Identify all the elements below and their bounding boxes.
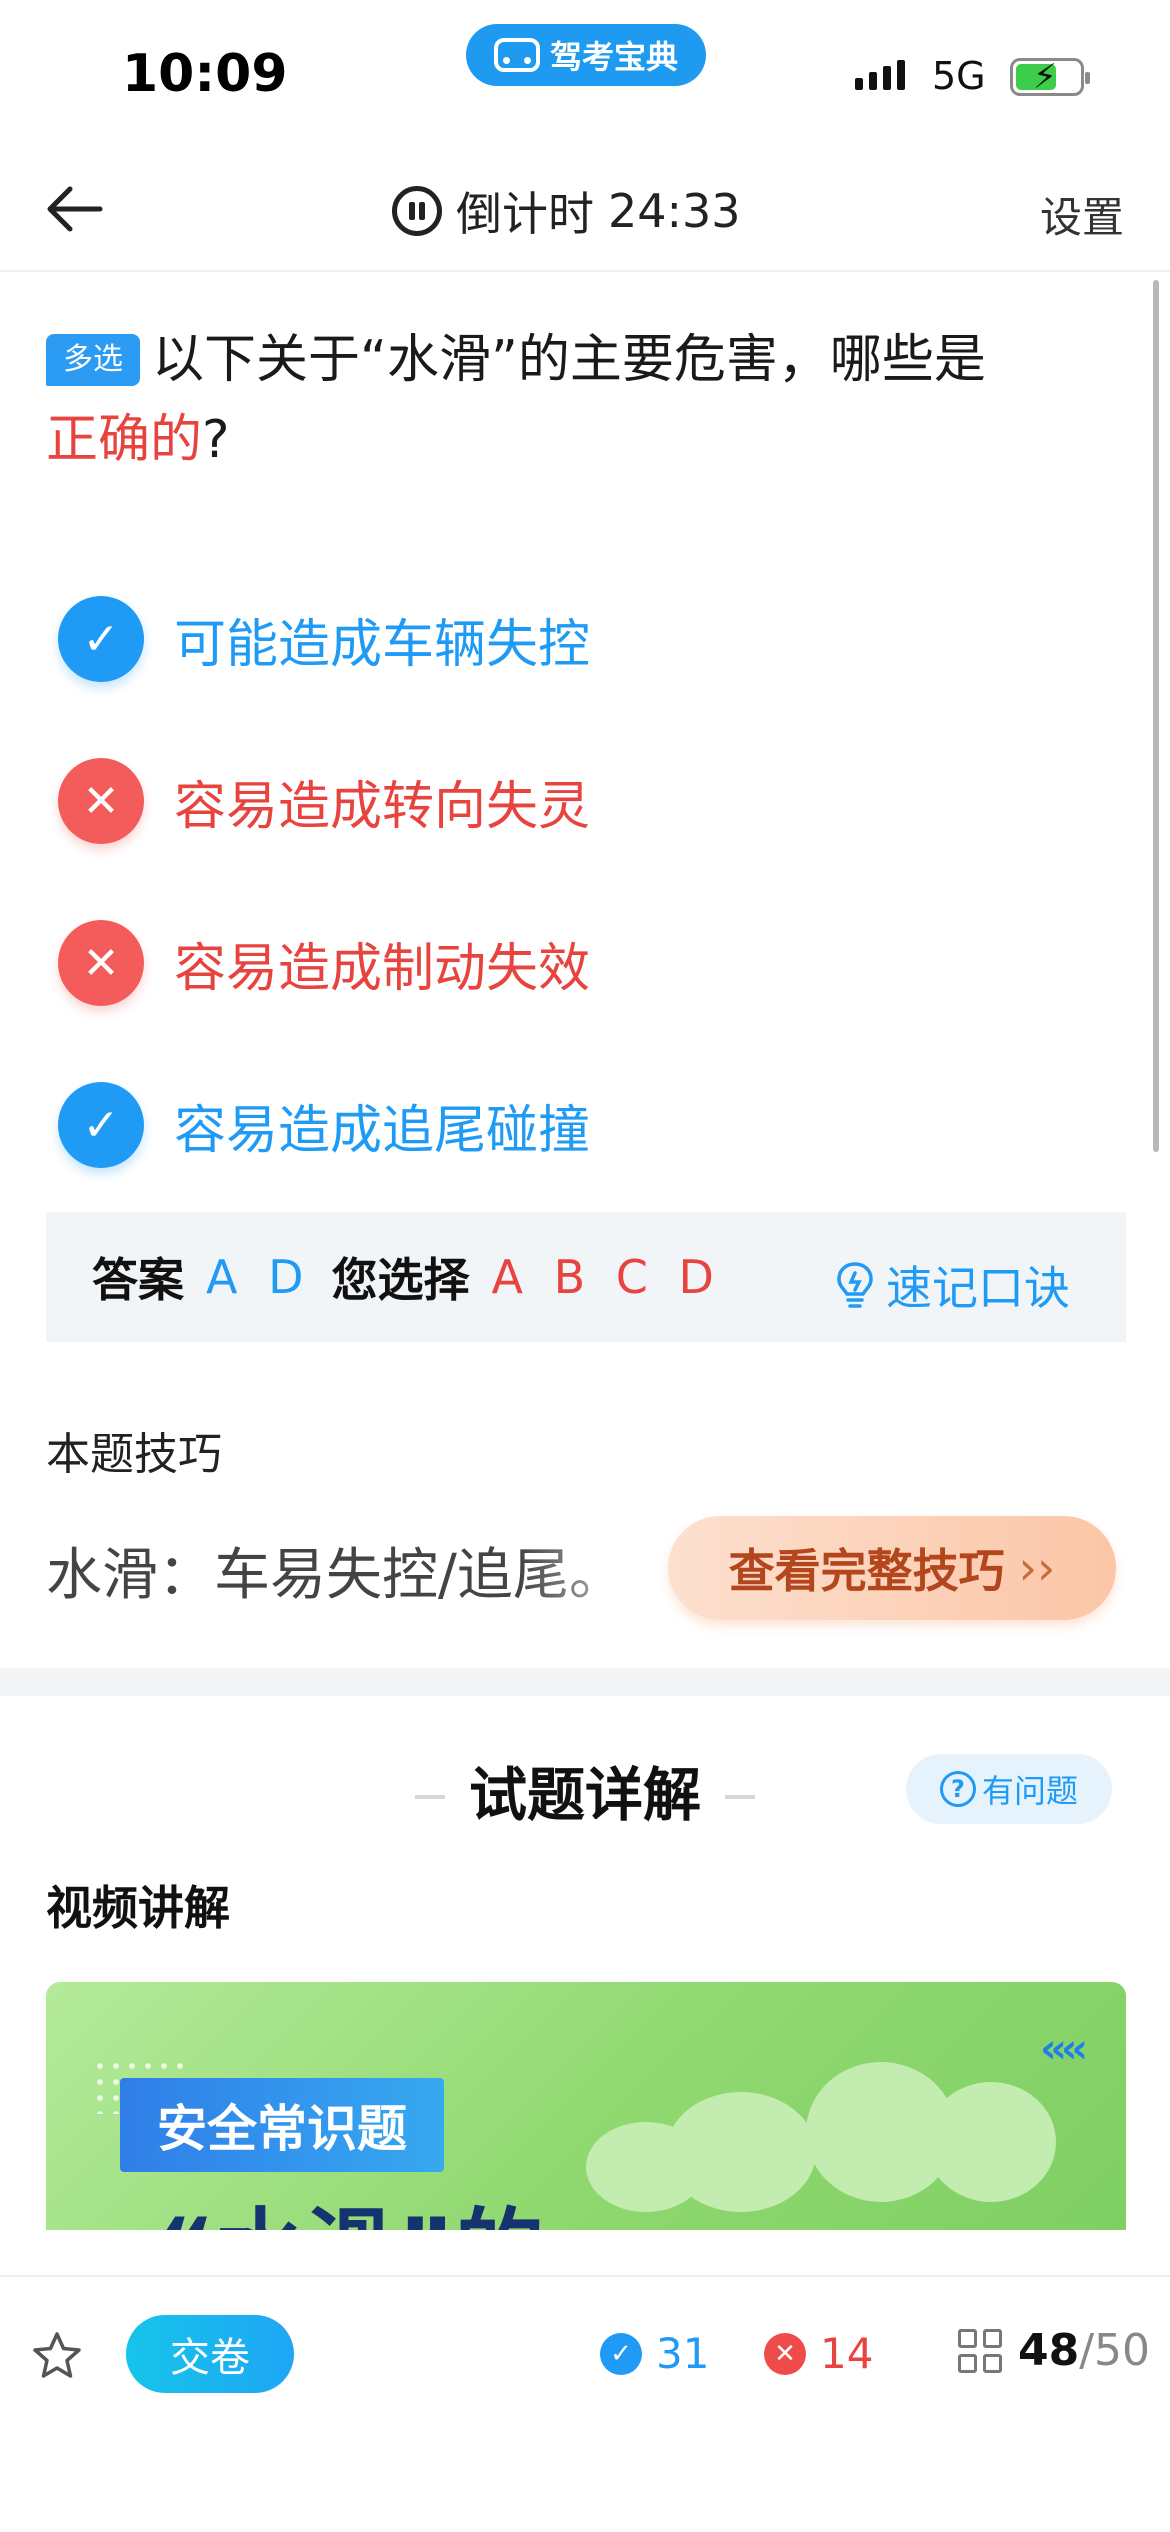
video-section-label: 视频讲解 [46,1881,230,1935]
car-icon [493,38,540,72]
nav-bar: 倒计时 24:33 设置 [0,140,1170,272]
scrollbar[interactable] [1153,280,1159,1152]
question-highlight: 正确的 [46,410,203,470]
option-text: 容易造成转向失灵 [174,776,591,837]
option-text: 容易造成制动失效 [174,938,591,999]
progress-current: 48 [1018,2325,1080,2376]
quick-memo-label: 速记口诀 [886,1261,1070,1315]
settings-button[interactable]: 设置 [1040,184,1124,245]
grid-icon [958,2328,1002,2373]
tips-title: 本题技巧 [46,1429,222,1480]
bottom-bar: 交卷 ✓ 31 ✕ 14 48/50 [0,2275,1170,2532]
question-circle-icon: ? [939,1771,976,1807]
selected-label: 您选择 [331,1253,470,1307]
option-d[interactable]: ✓ 容易造成追尾碰撞 [58,1044,1118,1206]
question-text: 多选 以下关于“水滑”的主要危害，哪些是正确的? [46,320,1126,480]
status-time: 10:09 [122,44,288,104]
check-icon: ✓ [58,1082,144,1168]
options-list: ✓ 可能造成车辆失控 ✕ 容易造成转向失灵 ✕ 容易造成制动失效 ✓ 容易造成追… [58,558,1118,1206]
video-category-badge: 安全常识题 [120,2078,444,2172]
quick-memo-button[interactable]: 速记口诀 [836,1252,1070,1318]
double-chevron-right-icon: ›› [1018,1541,1056,1595]
network-label: 5G [932,54,986,98]
correct-answer: A D [206,1250,312,1304]
check-icon: ✓ [600,2332,642,2375]
explanation-title-text: 试题详解 [468,1761,701,1829]
app-name-pill[interactable]: 驾考宝典 [466,24,706,86]
correct-count: ✓ 31 [600,2329,709,2378]
option-text: 可能造成车辆失控 [174,614,591,675]
cross-icon: ✕ [58,758,144,844]
selected-answer: A B C D [491,1250,722,1304]
option-c[interactable]: ✕ 容易造成制动失效 [58,882,1118,1044]
tips-fade [520,1510,680,1610]
submit-exam-button[interactable]: 交卷 [126,2315,294,2393]
countdown-timer[interactable]: 倒计时 24:33 [392,178,741,244]
question-end: ? [202,410,230,470]
app-name: 驾考宝典 [549,38,678,76]
video-headline: “水滑”的 [156,2178,544,2230]
battery-icon: ⚡ [1010,57,1090,97]
option-text: 容易造成追尾碰撞 [174,1100,591,1161]
lightbulb-icon [837,1262,873,1308]
cross-icon: ✕ [58,920,144,1006]
question-progress[interactable]: 48/50 [958,2325,1150,2376]
chevrons-left-icon: ‹‹‹‹ [1040,2026,1088,2072]
question-main: 以下关于“水滑”的主要危害，哪些是 [152,330,986,390]
answer-bar: 答案 A D 您选择 A B C D 速记口诀 [46,1212,1126,1342]
answer-label: 答案 [92,1253,184,1307]
status-bar: 10:09 驾考宝典 5G ⚡ [0,0,1170,140]
report-issue-button[interactable]: ? 有问题 [906,1754,1112,1824]
wrong-count-value: 14 [820,2329,874,2378]
star-icon[interactable] [30,2329,84,2383]
question-type-tag: 多选 [46,334,140,386]
report-issue-label: 有问题 [981,1772,1078,1810]
back-arrow-icon[interactable] [40,174,110,244]
section-divider [0,1668,1170,1696]
view-full-tips-button[interactable]: 查看完整技巧 ›› [668,1516,1116,1620]
timer-label: 倒计时 [456,187,594,241]
view-full-tips-label: 查看完整技巧 [728,1544,1005,1598]
option-a[interactable]: ✓ 可能造成车辆失控 [58,558,1118,720]
option-b[interactable]: ✕ 容易造成转向失灵 [58,720,1118,882]
progress-total: /50 [1079,2325,1151,2376]
correct-count-value: 31 [656,2329,710,2378]
timer-value: 24:33 [608,184,741,238]
wrong-count: ✕ 14 [764,2329,873,2378]
signal-icon [855,60,905,90]
pause-icon [392,186,442,236]
video-thumbnail[interactable]: ‹‹‹‹ 安全常识题 “水滑”的 [46,1982,1126,2230]
cross-icon: ✕ [764,2332,806,2375]
check-icon: ✓ [58,596,144,682]
